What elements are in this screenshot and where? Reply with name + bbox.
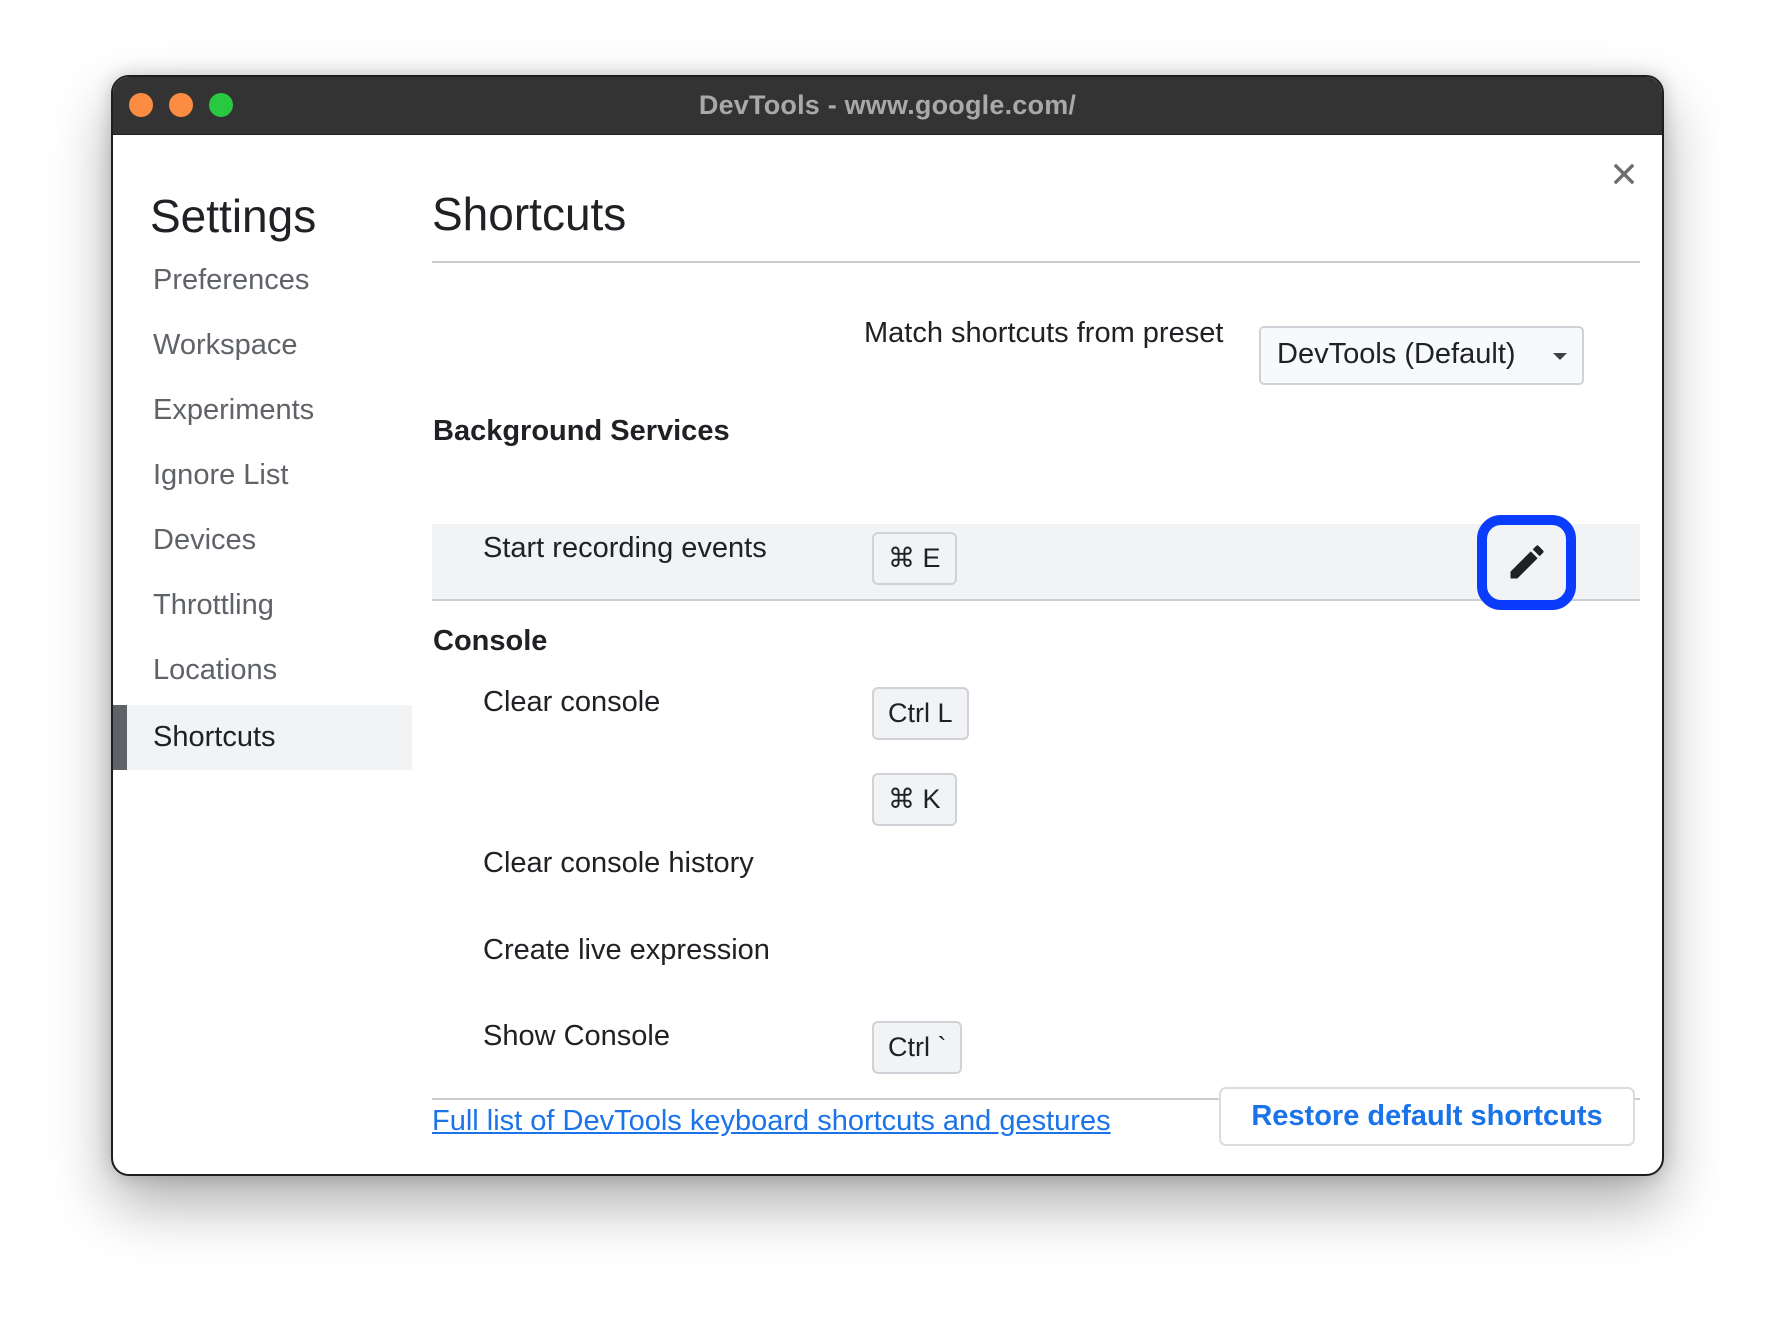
edit-shortcut-button[interactable] <box>1477 515 1576 610</box>
sidebar-item-preferences[interactable]: Preferences <box>113 248 412 313</box>
close-settings-button[interactable] <box>1609 159 1639 189</box>
sidebar-item-devices[interactable]: Devices <box>113 508 412 573</box>
preset-select[interactable]: DevTools (Default) <box>1259 326 1584 385</box>
shortcut-key: Ctrl L <box>872 687 969 740</box>
sidebar-item-label: Shortcuts <box>153 721 276 753</box>
sidebar-item-label: Locations <box>153 654 278 686</box>
section-title-background-services: Background Services <box>433 415 730 447</box>
sidebar-item-label: Experiments <box>153 394 315 426</box>
header-divider <box>432 261 1640 263</box>
sidebar-item-label: Throttling <box>153 589 274 621</box>
edit-pencil-icon <box>1510 545 1544 579</box>
sidebar-item-workspace[interactable]: Workspace <box>113 313 412 378</box>
sidebar-item-label: Workspace <box>153 329 298 361</box>
title-bar: DevTools - www.google.com/ <box>113 77 1662 135</box>
page-title: Shortcuts <box>432 188 627 240</box>
close-icon <box>1613 163 1635 185</box>
keyboard-shortcuts-docs-link[interactable]: Full list of DevTools keyboard shortcuts… <box>432 1105 1111 1138</box>
restore-default-shortcuts-button[interactable]: Restore default shortcuts <box>1219 1087 1635 1146</box>
preset-label: Match shortcuts from preset <box>864 317 1224 349</box>
shortcut-action-label: Start recording events <box>483 532 767 564</box>
sidebar-item-ignore-list[interactable]: Ignore List <box>113 443 412 508</box>
sidebar-item-experiments[interactable]: Experiments <box>113 378 412 443</box>
sidebar-item-label: Ignore List <box>153 459 289 491</box>
section-title-console: Console <box>433 625 548 657</box>
shortcut-key: Ctrl ` <box>872 1021 963 1074</box>
shortcut-action-label: Clear console history <box>483 847 754 879</box>
sidebar-item-label: Devices <box>153 524 257 556</box>
shortcut-action-label: Show Console <box>483 1020 670 1052</box>
shortcut-key: ⌘ E <box>872 532 957 585</box>
window-title: DevTools - www.google.com/ <box>698 90 1077 120</box>
shortcut-action-label: Clear console <box>483 686 661 718</box>
settings-title: Settings <box>150 190 317 242</box>
sidebar-item-throttling[interactable]: Throttling <box>113 573 412 638</box>
sidebar-item-label: Preferences <box>153 264 310 296</box>
sidebar-item-shortcuts[interactable]: Shortcuts <box>113 705 412 770</box>
devtools-window: DevTools - www.google.com/ Settings Pref… <box>111 75 1664 1176</box>
preset-select-value: DevTools (Default) <box>1277 338 1516 370</box>
shortcut-action-label: Create live expression <box>483 934 770 966</box>
shortcut-key: ⌘ K <box>872 773 957 826</box>
sidebar-item-locations[interactable]: Locations <box>113 638 412 703</box>
chevron-down-icon <box>1553 353 1567 360</box>
